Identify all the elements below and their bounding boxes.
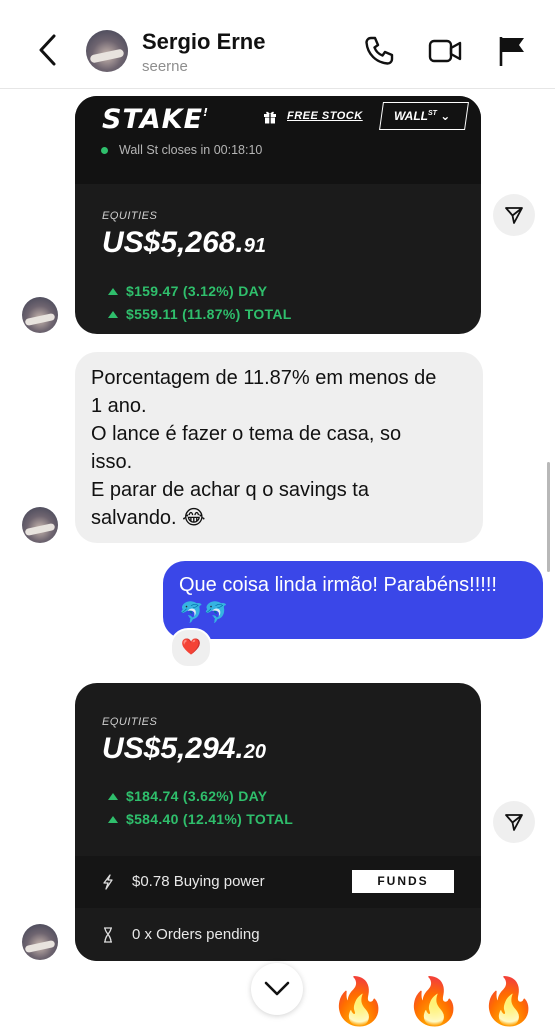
scroll-to-bottom-button[interactable]	[251, 963, 303, 1015]
free-stock-link[interactable]: FREE STOCK	[287, 110, 363, 122]
equities-label: EQUITIES	[102, 716, 158, 728]
fire-emoji: 🔥	[330, 975, 388, 1027]
hourglass-icon	[104, 927, 112, 943]
back-arrow-icon[interactable]	[34, 32, 62, 68]
fire-emoji: 🔥	[480, 975, 538, 1027]
contact-handle: seerne	[142, 58, 188, 75]
send-icon	[505, 814, 523, 831]
buying-power-text: $0.78 Buying power	[132, 873, 265, 890]
scrollbar[interactable]	[547, 462, 550, 572]
shared-portfolio-card[interactable]: EQUITIES US$5,294.20 $184.74 (3.62%) DAY…	[75, 683, 481, 961]
heart-reaction[interactable]: ❤️	[170, 628, 212, 668]
day-gain: $159.47 (3.12%) DAY	[108, 283, 267, 299]
orders-pending-text: 0 x Orders pending	[132, 926, 260, 943]
message-line: isso.	[91, 451, 133, 473]
orders-row: 0 x Orders pending	[75, 909, 481, 961]
up-arrow-icon	[108, 816, 118, 823]
avatar[interactable]	[86, 30, 128, 72]
send-icon	[505, 207, 523, 224]
video-call-icon[interactable]	[428, 34, 462, 68]
equities-label: EQUITIES	[102, 210, 158, 222]
market-selector-button[interactable]: WALLST ⌄	[379, 102, 469, 130]
sender-avatar[interactable]	[22, 297, 58, 333]
message-line: 1 ano.	[91, 395, 147, 417]
chevron-down-icon	[264, 981, 290, 996]
market-status-text: Wall St closes in 00:18:10	[119, 143, 263, 157]
gift-icon	[264, 111, 276, 124]
flag-icon[interactable]	[496, 34, 530, 68]
shared-portfolio-card[interactable]: STAKE! FREE STOCK WALLST ⌄ Wall St close…	[75, 96, 481, 334]
message-line: salvando. 😂	[91, 507, 206, 529]
message-line: O lance é fazer o tema de casa, so	[91, 423, 402, 445]
up-arrow-icon	[108, 793, 118, 800]
total-gain: $559.11 (11.87%) TOTAL	[108, 306, 292, 322]
share-button[interactable]	[493, 194, 535, 236]
message-text: Que coisa linda irmão! Parabéns!!!!!	[179, 574, 497, 596]
contact-name[interactable]: Sergio Erne	[142, 29, 265, 55]
equities-value: US$5,268.91	[102, 226, 267, 259]
lightning-icon	[103, 874, 113, 890]
share-button[interactable]	[493, 801, 535, 843]
message-line: E parar de achar q o savings ta	[91, 479, 369, 501]
outgoing-message[interactable]: Que coisa linda irmão! Parabéns!!!!! 🐬🐬	[163, 561, 543, 639]
sender-avatar[interactable]	[22, 507, 58, 543]
chevron-down-icon: ⌄	[440, 109, 451, 123]
card-header: STAKE! FREE STOCK WALLST ⌄ Wall St close…	[75, 96, 481, 184]
up-arrow-icon	[108, 311, 118, 318]
equities-value: US$5,294.20	[102, 732, 267, 765]
buying-power-row: $0.78 Buying power FUNDS	[75, 856, 481, 908]
up-arrow-icon	[108, 288, 118, 295]
funds-button[interactable]: FUNDS	[352, 870, 454, 893]
market-status-dot	[101, 147, 108, 154]
fire-emoji: 🔥	[405, 975, 463, 1027]
chat-header: Sergio Erne seerne	[0, 0, 555, 89]
phone-icon[interactable]	[362, 34, 396, 68]
stake-logo: STAKE!	[102, 104, 210, 135]
sender-avatar[interactable]	[22, 924, 58, 960]
dolphin-emojis: 🐬🐬	[179, 602, 229, 624]
day-gain: $184.74 (3.62%) DAY	[108, 788, 267, 804]
incoming-message[interactable]: Porcentagem de 11.87% em menos de 1 ano.…	[75, 352, 483, 543]
message-line: Porcentagem de 11.87% em menos de	[91, 367, 437, 389]
total-gain: $584.40 (12.41%) TOTAL	[108, 811, 293, 827]
